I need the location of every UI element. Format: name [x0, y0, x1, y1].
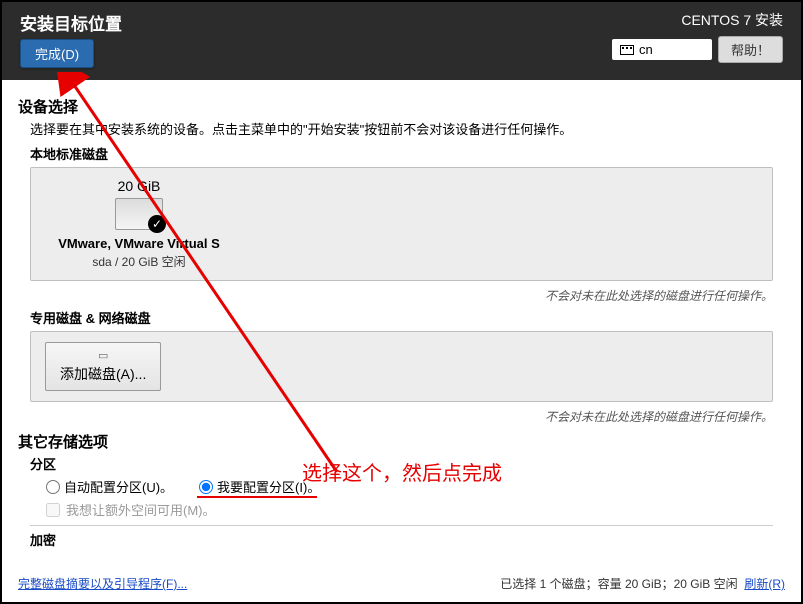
disk-info: sda / 20 GiB 空闲 — [49, 253, 229, 270]
footer-bar: 完整磁盘摘要以及引导程序(F)... 已选择 1 个磁盘；容量 20 GiB；2… — [2, 569, 801, 600]
local-disks-panel: 20 GiB ✓ VMware, VMware Virtual S sda / … — [30, 167, 773, 281]
auto-partition-radio[interactable] — [46, 480, 60, 494]
add-disk-label: 添加磁盘(A)... — [60, 364, 146, 384]
special-disks-panel: ▭ 添加磁盘(A)... — [30, 331, 773, 402]
keyboard-icon — [620, 45, 634, 55]
lang-code: cn — [639, 42, 653, 57]
partition-label: 分区 — [30, 454, 785, 473]
auto-partition-label: 自动配置分区(U)。 — [64, 477, 173, 496]
check-icon: ✓ — [148, 215, 166, 233]
local-disks-label: 本地标准磁盘 — [30, 144, 785, 163]
special-disks-label: 专用磁盘 & 网络磁盘 — [30, 308, 785, 327]
add-disk-button[interactable]: ▭ 添加磁盘(A)... — [45, 342, 161, 391]
disk-note-2: 不会对未在此处选择的磁盘进行任何操作。 — [18, 408, 773, 425]
install-label: CENTOS 7 安装 — [612, 10, 783, 30]
header-bar: 安装目标位置 完成(D) CENTOS 7 安装 cn 帮助！ — [2, 2, 801, 80]
selection-status: 已选择 1 个磁盘；容量 20 GiB；20 GiB 空闲 — [500, 577, 737, 591]
encrypt-label: 加密 — [30, 530, 785, 549]
keyboard-layout[interactable]: cn — [612, 39, 712, 60]
done-button[interactable]: 完成(D) — [20, 39, 94, 68]
reclaim-label: 我想让额外空间可用(M)。 — [66, 500, 216, 519]
manual-partition-radio[interactable] — [199, 480, 213, 494]
full-summary-link[interactable]: 完整磁盘摘要以及引导程序(F)... — [18, 575, 187, 592]
storage-options-title: 其它存储选项 — [18, 431, 785, 452]
refresh-link[interactable]: 刷新(R) — [744, 577, 785, 591]
disk-note-1: 不会对未在此处选择的磁盘进行任何操作。 — [18, 287, 773, 304]
harddrive-icon: ✓ — [115, 198, 163, 230]
manual-partition-option[interactable]: 我要配置分区(I)。 — [199, 477, 320, 496]
content-area: 设备选择 选择要在其中安装系统的设备。点击主菜单中的"开始安装"按钮前不会对该设… — [2, 80, 801, 576]
help-button[interactable]: 帮助！ — [718, 36, 783, 63]
manual-partition-label: 我要配置分区(I)。 — [217, 477, 320, 496]
divider — [30, 525, 773, 526]
reclaim-checkbox — [46, 503, 60, 517]
add-disk-icon: ▭ — [60, 351, 146, 362]
disk-item[interactable]: 20 GiB ✓ VMware, VMware Virtual S sda / … — [49, 178, 229, 270]
device-selection-desc: 选择要在其中安装系统的设备。点击主菜单中的"开始安装"按钮前不会对该设备进行任何… — [30, 119, 785, 138]
partition-radios: 自动配置分区(U)。 我要配置分区(I)。 — [46, 477, 785, 496]
page-title: 安装目标位置 — [20, 10, 612, 35]
disk-name: VMware, VMware Virtual S — [49, 236, 229, 251]
auto-partition-option[interactable]: 自动配置分区(U)。 — [46, 477, 173, 496]
reclaim-option: 我想让额外空间可用(M)。 — [46, 500, 785, 519]
disk-size: 20 GiB — [49, 178, 229, 194]
device-selection-title: 设备选择 — [18, 96, 785, 117]
